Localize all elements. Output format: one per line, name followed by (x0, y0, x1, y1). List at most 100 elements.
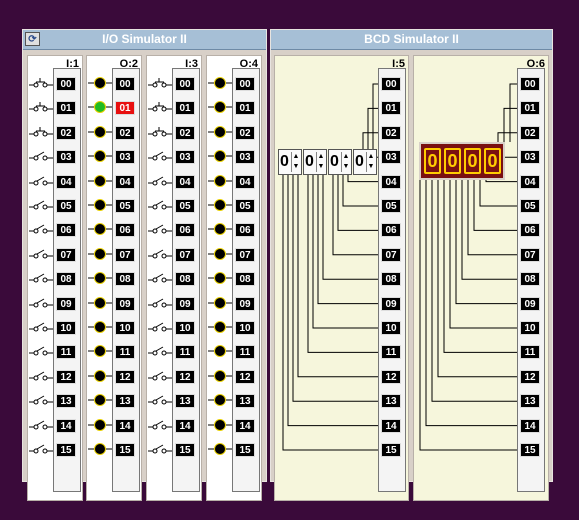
bit-09-indicator: 09 (235, 296, 255, 311)
switch-icon[interactable] (29, 76, 53, 95)
bit-04-indicator[interactable]: 04 (175, 174, 195, 189)
bit-05-indicator[interactable]: 05 (175, 199, 195, 213)
panel-o2-bit-column: 00 01 02 03 04 05 06 07 08 09 10 11 12 13 14 15 (112, 68, 140, 492)
switch-icon[interactable] (29, 393, 53, 412)
bit-00-indicator[interactable]: 00 (175, 77, 195, 91)
switch-icon[interactable] (29, 198, 53, 217)
led-icon (208, 296, 232, 315)
thumbwheel-arrows-icon[interactable]: ▲ ▼ (341, 152, 350, 172)
bit-02-indicator[interactable]: 02 (56, 125, 76, 140)
thumbwheel-arrows-icon[interactable]: ▲ ▼ (291, 152, 300, 172)
bit-03-indicator: 03 (115, 150, 135, 165)
bit-11-indicator[interactable]: 11 (56, 345, 76, 360)
switch-icon[interactable] (29, 442, 53, 461)
thumbwheel-digit-3[interactable]: 0 ▲ ▼ (328, 149, 352, 175)
led-icon (88, 174, 112, 193)
bcd-window-title: BCD Simulator II (364, 32, 459, 46)
switch-icon[interactable] (148, 222, 172, 241)
bit-08-indicator[interactable]: 08 (56, 272, 76, 287)
led-icon (88, 320, 112, 339)
switch-icon[interactable] (148, 393, 172, 412)
bit-03-indicator[interactable]: 03 (56, 150, 76, 165)
switch-icon[interactable] (29, 320, 53, 339)
led-icon (208, 247, 232, 266)
switch-icon[interactable] (148, 247, 172, 266)
switch-icon[interactable] (148, 418, 172, 437)
switch-icon[interactable] (148, 369, 172, 388)
led-icon (88, 247, 112, 266)
bit-15-indicator[interactable]: 15 (175, 443, 195, 457)
bit-09-indicator[interactable]: 09 (175, 296, 195, 311)
restore-icon[interactable]: ⟳ (25, 32, 40, 46)
switch-icon[interactable] (148, 174, 172, 193)
thumbwheel-arrows-icon[interactable]: ▲ ▼ (316, 152, 325, 172)
switch-icon[interactable] (29, 222, 53, 241)
bit-03-indicator: 03 (235, 150, 255, 165)
led-digit-2: 0 (444, 148, 461, 174)
panel-i3: I:3 00 01 02 03 04 05 06 07 08 09 10 11 12 13 14 15 (146, 55, 202, 501)
switch-icon[interactable] (29, 418, 53, 437)
switch-icon[interactable] (148, 125, 172, 144)
bit-13-indicator: 13 (235, 394, 255, 409)
switch-icon[interactable] (29, 174, 53, 193)
bit-07-indicator[interactable]: 07 (175, 247, 195, 262)
thumbwheel-digit-1[interactable]: 0 ▲ ▼ (278, 149, 302, 175)
bit-07-indicator[interactable]: 07 (56, 247, 76, 262)
bit-13-indicator[interactable]: 13 (56, 394, 76, 409)
bit-01-indicator[interactable]: 01 (175, 101, 195, 116)
switch-icon[interactable] (29, 149, 53, 168)
bit-10-indicator[interactable]: 10 (56, 321, 76, 335)
switch-icon[interactable] (29, 369, 53, 388)
thumbwheel-digit-2[interactable]: 0 ▲ ▼ (303, 149, 327, 175)
bit-07-indicator: 07 (115, 247, 135, 262)
switch-icon[interactable] (148, 149, 172, 168)
bit-09-indicator[interactable]: 09 (56, 296, 76, 311)
bit-12-indicator[interactable]: 12 (175, 369, 195, 384)
switch-icon[interactable] (148, 442, 172, 461)
bit-01-indicator[interactable]: 01 (56, 101, 76, 116)
bit-06-indicator[interactable]: 06 (175, 223, 195, 238)
bit-02-indicator: 02 (115, 125, 135, 140)
bit-03-indicator[interactable]: 03 (175, 150, 195, 165)
switch-icon[interactable] (29, 271, 53, 290)
bit-00-indicator[interactable]: 00 (56, 77, 76, 91)
led-icon (88, 369, 112, 388)
led-icon (208, 125, 232, 144)
bcd-title-bar[interactable]: BCD Simulator II (271, 30, 552, 50)
io-title-bar[interactable]: ⟳ I/O Simulator II (23, 30, 266, 50)
panel-i1-bit-column: 00 01 02 03 04 05 06 07 08 09 10 11 12 13 14 15 (53, 68, 81, 492)
switch-icon[interactable] (148, 296, 172, 315)
led-digit-1: 0 (424, 148, 441, 174)
bit-02-indicator[interactable]: 02 (175, 125, 195, 140)
switch-icon[interactable] (29, 100, 53, 119)
switch-icon[interactable] (29, 247, 53, 266)
bit-14-indicator[interactable]: 14 (175, 418, 195, 433)
bit-12-indicator[interactable]: 12 (56, 369, 76, 384)
switch-icon[interactable] (29, 125, 53, 144)
bit-10-indicator[interactable]: 10 (175, 321, 195, 335)
bit-06-indicator[interactable]: 06 (56, 223, 76, 238)
panel-o6-wiring (419, 83, 517, 451)
switch-icon[interactable] (148, 100, 172, 119)
switch-icon[interactable] (148, 198, 172, 217)
bit-07-indicator: 07 (235, 247, 255, 262)
switch-icon[interactable] (148, 76, 172, 95)
switch-icon[interactable] (148, 320, 172, 339)
bit-05-indicator[interactable]: 05 (56, 199, 76, 213)
switch-icon[interactable] (148, 344, 172, 363)
bit-13-indicator[interactable]: 13 (175, 394, 195, 409)
bit-11-indicator[interactable]: 11 (175, 345, 195, 360)
bit-09-indicator: 09 (115, 296, 135, 311)
thumbwheel-digit-4[interactable]: 0 ▲ ▼ (353, 149, 377, 175)
switch-icon[interactable] (148, 271, 172, 290)
switch-icon[interactable] (29, 344, 53, 363)
thumbwheel-arrows-icon[interactable]: ▲ ▼ (366, 152, 375, 172)
bit-14-indicator[interactable]: 14 (56, 418, 76, 433)
bit-15-indicator[interactable]: 15 (56, 443, 76, 457)
led-icon (88, 125, 112, 144)
bit-08-indicator[interactable]: 08 (175, 272, 195, 287)
bit-04-indicator[interactable]: 04 (56, 174, 76, 189)
panel-i1: I:1 00 01 02 03 04 05 06 07 08 09 10 11 12 13 14 15 (27, 55, 83, 501)
switch-icon[interactable] (29, 296, 53, 315)
bit-05-indicator: 05 (235, 199, 255, 213)
